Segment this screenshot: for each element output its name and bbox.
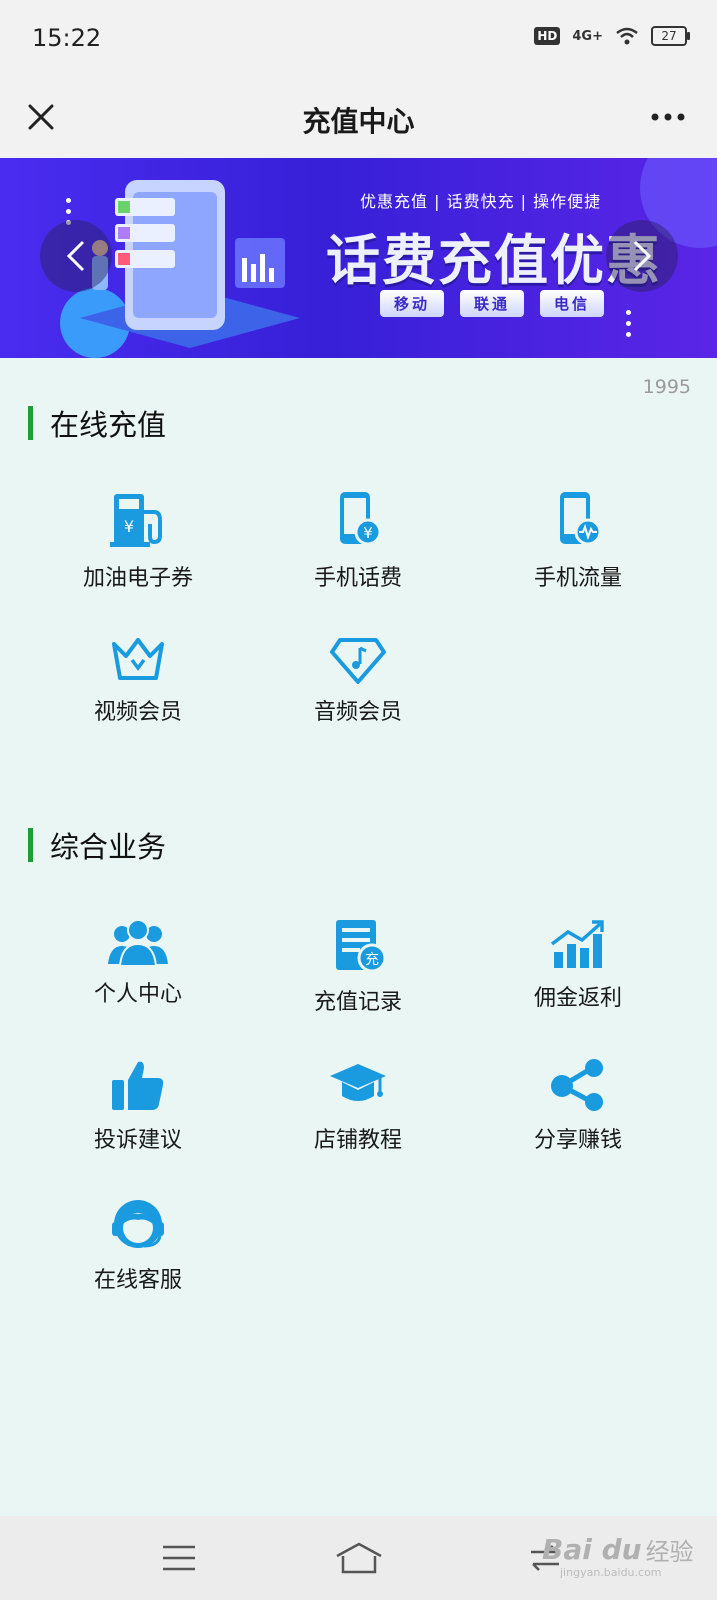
grid-label: 分享赚钱 <box>533 1128 622 1153</box>
records-icon: 充 <box>336 920 387 973</box>
music-diamond-icon <box>330 638 386 684</box>
signal-icon: 4G+ <box>572 28 603 44</box>
grid-item-fuel-coupon[interactable]: ¥ 加油电子券 <box>28 490 248 592</box>
menu-icon <box>163 1545 195 1571</box>
grid-label: 音频会员 <box>313 700 402 725</box>
home-button[interactable] <box>334 1536 384 1580</box>
status-bar: 15:22 HD 4G+ 27 <box>0 0 717 80</box>
carrier-chip: 移动 <box>380 290 445 317</box>
carrier-chip: 联通 <box>460 290 525 317</box>
users-icon <box>108 919 168 966</box>
watermark-logo: Bai du <box>542 1533 642 1566</box>
banner-decoration <box>626 310 631 337</box>
carrier-chip: 电信 <box>540 290 605 317</box>
thumbs-up-icon <box>112 1061 164 1110</box>
grid-item-commission[interactable]: 佣金返利 <box>468 918 688 1012</box>
chevron-left-icon <box>66 240 85 272</box>
grid-item-phone-data[interactable]: 手机流量 <box>468 490 688 592</box>
banner-prev-button[interactable] <box>40 220 112 292</box>
grid-item-complaint[interactable]: 投诉建议 <box>28 1058 248 1154</box>
share-icon <box>551 1059 603 1111</box>
phone-bill-icon: ¥ <box>340 492 382 546</box>
grid-item-audio-member[interactable]: 音频会员 <box>248 636 468 726</box>
grid-item-share-earn[interactable]: 分享赚钱 <box>468 1058 688 1154</box>
grid-label: 佣金返利 <box>533 986 622 1011</box>
page-title: 充值中心 <box>302 105 415 138</box>
grid-label: 充值记录 <box>313 990 402 1015</box>
chart-up-icon <box>550 920 604 968</box>
banner-next-button[interactable] <box>606 220 678 292</box>
promo-banner[interactable]: 优惠充值 | 话费快充 | 操作便捷 话费充值优惠 移动 联通 电信 <box>0 158 717 358</box>
grid-label: 在线客服 <box>93 1268 182 1293</box>
grid-label: 视频会员 <box>93 700 182 725</box>
baidu-jingyan-watermark: Bai du 经验 <box>542 1532 694 1567</box>
section-title-online: 在线充值 <box>28 402 166 444</box>
chevron-right-icon <box>633 240 652 272</box>
grid-item-recharge-records[interactable]: 充 充值记录 <box>248 918 468 1016</box>
status-time: 15:22 <box>32 24 102 52</box>
banner-tagline: 优惠充值 | 话费快充 | 操作便捷 <box>360 192 602 211</box>
status-icons: HD 4G+ 27 <box>534 26 690 46</box>
section-title-services: 综合业务 <box>28 824 166 866</box>
wifi-icon <box>616 27 638 45</box>
fuel-coupon-icon: ¥ <box>110 494 162 547</box>
nav-bar: 充值中心 <box>0 80 717 158</box>
grid-label: 加油电子券 <box>82 566 193 591</box>
headset-icon <box>112 1200 164 1248</box>
svg-text:¥: ¥ <box>363 524 373 542</box>
home-icon <box>336 1542 382 1574</box>
grid-item-personal-center[interactable]: 个人中心 <box>28 918 248 1008</box>
battery-icon: 27 <box>651 26 690 46</box>
grid-label: 手机话费 <box>313 566 402 591</box>
grid-label: 投诉建议 <box>93 1128 182 1153</box>
phone-data-icon <box>560 492 602 546</box>
more-icon <box>651 113 685 121</box>
watermark-url: jingyan.baidu.com <box>560 1566 662 1579</box>
grid-label: 店铺教程 <box>313 1128 402 1153</box>
crown-video-icon <box>112 638 164 680</box>
hd-icon: HD <box>534 27 561 45</box>
grid-label: 手机流量 <box>533 566 622 591</box>
visit-counter: 1995 <box>642 376 691 398</box>
watermark-sub: 经验 <box>645 1538 694 1566</box>
grid-label: 个人中心 <box>93 982 182 1007</box>
more-button[interactable] <box>645 94 691 140</box>
grid-item-video-member[interactable]: 视频会员 <box>28 636 248 726</box>
grid-item-online-service[interactable]: 在线客服 <box>28 1198 248 1294</box>
svg-text:充: 充 <box>365 952 379 968</box>
carrier-chips: 移动 联通 电信 <box>380 290 605 317</box>
menu-button[interactable] <box>154 1536 204 1580</box>
grid-item-phone-bill[interactable]: ¥ 手机话费 <box>248 490 468 592</box>
grid-item-store-tutorial[interactable]: 店铺教程 <box>248 1058 468 1154</box>
graduation-cap-icon <box>330 1064 386 1101</box>
svg-text:¥: ¥ <box>124 517 134 536</box>
